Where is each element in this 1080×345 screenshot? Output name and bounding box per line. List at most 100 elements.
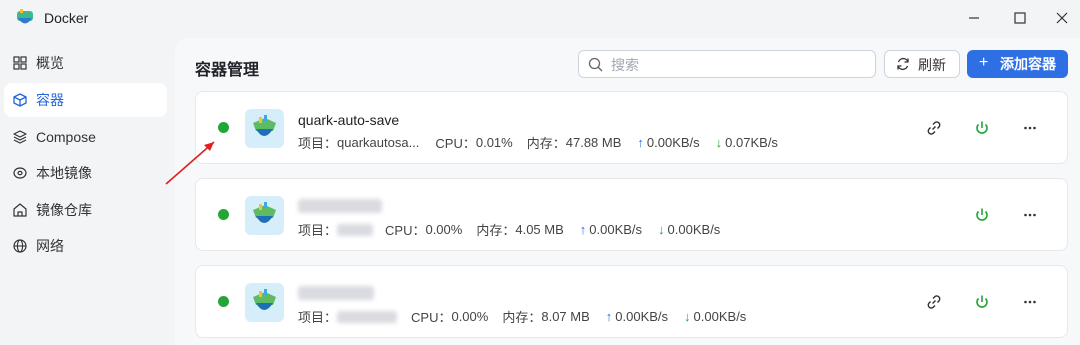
cpu-label: CPU： — [385, 223, 426, 238]
home-icon — [13, 203, 27, 217]
container-meta: 项目： CPU： 0.00% 内存： 4.05 MB ↑ 0.00KB/s ↓ … — [298, 220, 720, 239]
disc-icon — [13, 167, 27, 179]
link-button[interactable] — [924, 292, 944, 312]
grid-icon — [13, 56, 27, 70]
plus-icon: + — [979, 54, 989, 71]
sidebar-item-label: 概览 — [36, 55, 64, 71]
mem-label: 内存： — [502, 310, 542, 325]
app-title: Docker — [44, 10, 89, 26]
refresh-button[interactable]: 刷新 — [884, 50, 960, 78]
cube-icon — [13, 93, 27, 107]
container-name[interactable]: quark-auto-save — [298, 112, 399, 128]
refresh-label: 刷新 — [918, 57, 946, 73]
mem-label: 内存： — [476, 223, 516, 238]
sidebar-item-label: 容器 — [36, 92, 64, 108]
refresh-icon — [897, 57, 909, 71]
cpu-value: 0.00% — [451, 309, 489, 324]
container-card[interactable]: 项目： CPU： 0.00% 内存： 4.05 MB ↑ 0.00KB/s ↓ … — [195, 178, 1068, 251]
close-button[interactable] — [1050, 6, 1074, 30]
sidebar-item-overview[interactable]: 概览 — [4, 46, 167, 80]
container-app-icon — [245, 109, 284, 148]
link-icon — [927, 295, 941, 309]
redacted-project — [337, 310, 398, 323]
upload-rate: 0.00KB/s — [589, 222, 643, 237]
link-icon — [927, 121, 941, 135]
sidebar-item-containers[interactable]: 容器 — [4, 83, 167, 117]
search-box[interactable] — [578, 50, 876, 78]
download-arrow-icon: ↓ — [684, 309, 691, 324]
sidebar-item-label: Compose — [36, 129, 96, 145]
docker-logo-icon — [17, 9, 33, 24]
power-icon — [976, 121, 988, 134]
title-bar: Docker — [0, 0, 1080, 36]
layers-icon — [13, 130, 27, 144]
container-app-icon — [245, 283, 284, 322]
globe-icon — [13, 239, 27, 253]
container-name[interactable] — [298, 286, 374, 303]
sidebar-item-label: 本地镜像 — [36, 165, 92, 181]
mem-value: 47.88 MB — [565, 135, 622, 150]
project-label: 项目： — [298, 223, 338, 238]
running-status-dot — [218, 209, 229, 220]
upload-arrow-icon: ↑ — [579, 222, 587, 237]
maximize-button[interactable] — [1008, 6, 1032, 30]
sidebar-item-local-images[interactable]: 本地镜像 — [4, 156, 167, 190]
maximize-icon — [1014, 12, 1026, 24]
add-container-label: 添加容器 — [1000, 56, 1056, 72]
cpu-value: 0.00% — [425, 222, 463, 237]
sidebar-item-label: 镜像仓库 — [36, 202, 92, 218]
minimize-icon — [969, 17, 979, 19]
container-meta: 项目： quarkautosa... CPU： 0.01% 内存： 47.88 … — [298, 133, 778, 152]
power-button[interactable] — [972, 205, 992, 225]
mem-value: 4.05 MB — [515, 222, 564, 237]
power-icon — [976, 208, 988, 221]
container-name[interactable] — [298, 199, 382, 216]
mem-value: 8.07 MB — [541, 309, 590, 324]
power-button[interactable] — [972, 118, 992, 138]
project-label: 项目： — [298, 310, 338, 325]
redacted-name — [298, 286, 374, 300]
sidebar-item-compose[interactable]: Compose — [4, 120, 167, 154]
project-label: 项目： — [298, 136, 338, 151]
more-button[interactable] — [1020, 205, 1040, 225]
container-card[interactable]: 项目： CPU： 0.00% 内存： 8.07 MB ↑ 0.00KB/s ↓ … — [195, 265, 1068, 338]
running-status-dot — [218, 122, 229, 133]
power-button[interactable] — [972, 292, 992, 312]
mem-label: 内存： — [526, 136, 566, 151]
more-icon — [1024, 213, 1036, 217]
cpu-label: CPU： — [411, 310, 452, 325]
container-card[interactable]: quark-auto-save 项目： quarkautosa... CPU： … — [195, 91, 1068, 164]
sidebar-item-registry[interactable]: 镜像仓库 — [4, 193, 167, 227]
upload-rate: 0.00KB/s — [646, 135, 700, 150]
redacted-name — [298, 199, 382, 213]
close-icon — [1056, 12, 1068, 24]
page-title: 容器管理 — [195, 62, 260, 79]
minimize-button[interactable] — [962, 6, 986, 30]
upload-arrow-icon: ↑ — [605, 309, 613, 324]
sidebar-item-network[interactable]: 网络 — [4, 229, 167, 263]
cpu-value: 0.01% — [475, 135, 513, 150]
download-arrow-icon: ↓ — [715, 135, 723, 150]
search-input[interactable] — [611, 55, 866, 74]
container-app-icon — [245, 196, 284, 235]
more-button[interactable] — [1020, 292, 1040, 312]
main-panel: 容器管理 刷新 + 添加容器 quark-aut — [175, 38, 1080, 345]
sidebar-item-label: 网络 — [36, 238, 64, 254]
link-button[interactable] — [924, 118, 944, 138]
redacted-project — [337, 223, 374, 236]
add-container-button[interactable]: + 添加容器 — [967, 50, 1068, 78]
upload-arrow-icon: ↑ — [637, 135, 644, 150]
search-icon — [588, 57, 603, 72]
more-icon — [1024, 126, 1036, 130]
more-button[interactable] — [1020, 118, 1040, 138]
download-rate: 0.00KB/s — [667, 222, 721, 237]
power-icon — [976, 295, 988, 308]
project-value: quarkautosa... — [337, 135, 420, 150]
download-rate: 0.07KB/s — [725, 135, 778, 150]
cpu-label: CPU： — [435, 136, 476, 151]
download-rate: 0.00KB/s — [693, 309, 747, 324]
more-icon — [1024, 300, 1036, 304]
download-arrow-icon: ↓ — [658, 222, 665, 237]
running-status-dot — [218, 296, 229, 307]
annotation-arrow-icon — [165, 141, 215, 185]
